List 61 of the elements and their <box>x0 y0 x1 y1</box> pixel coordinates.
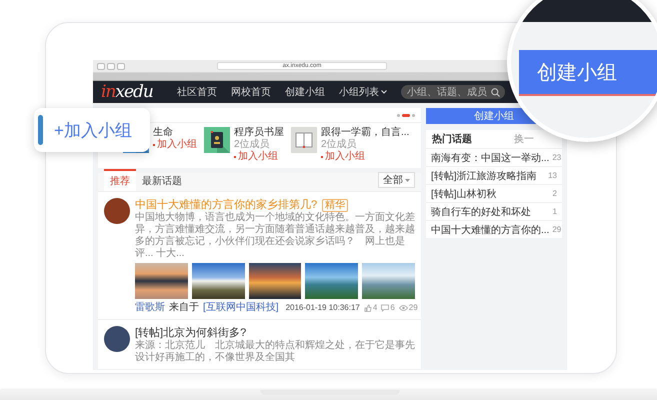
count: 29 <box>408 302 418 314</box>
search-field[interactable]: 小组、话题、成员 <box>400 85 505 99</box>
topic-count: 29 <box>551 225 562 234</box>
sidebar-button[interactable] <box>117 62 125 70</box>
count: 6 <box>390 302 395 314</box>
group-name[interactable]: 跟得一学霸，自言... <box>321 127 410 139</box>
topic-count: 1 <box>552 207 557 216</box>
filter-dropdown[interactable]: 全部 <box>378 172 415 188</box>
feed-tab[interactable]: 最新话题 <box>136 169 188 191</box>
search-icon[interactable] <box>490 88 500 96</box>
source-link[interactable]: [互联网中国科技] <box>203 302 279 314</box>
group-name[interactable]: 生命 <box>153 127 197 139</box>
pager-dot[interactable] <box>397 114 400 116</box>
author-link[interactable]: 雷歌斯 <box>135 302 165 314</box>
avatar[interactable] <box>104 326 130 352</box>
thumbs-up-icon[interactable] <box>364 304 372 312</box>
nav-link[interactable]: 创建小组 <box>284 85 325 99</box>
pager-dot[interactable] <box>412 114 415 116</box>
callout-label: +加入小组 <box>54 120 132 142</box>
join-link[interactable]: 加入小组 <box>321 151 410 163</box>
member-count: 2位成员 <box>234 139 271 150</box>
topic-link[interactable]: 骑自行车的好处和坏处 <box>431 204 531 218</box>
badge: 精华 <box>322 198 348 212</box>
post-excerpt: 中国地大物博，语言也成为一个地域的文化特色。一方面文化差异，方言难懂难交流，另一方面随着普通话越来越普及，越来越多的方言被忘记，小伙伴们现在还会说家乡话吗？ 网上也是评... 十大... <box>135 212 415 260</box>
accent-bar <box>38 115 43 145</box>
post-time: 2016-01-19 10:36:17 <box>286 302 360 314</box>
topic-count: 13 <box>547 171 557 180</box>
photo-placeholder[interactable] <box>248 263 302 299</box>
nav-link[interactable]: 社区首页 <box>176 85 217 99</box>
feed-tab[interactable]: 推荐 <box>104 169 136 191</box>
count: 4 <box>372 302 378 314</box>
back-button[interactable] <box>97 62 105 70</box>
forward-button[interactable] <box>107 62 115 70</box>
source-label: 来自于 <box>169 302 199 314</box>
group-icon[interactable] <box>291 127 317 153</box>
post-excerpt: 来源：北京范儿 北京城最大的特点和辉煌之处，在于它是事先设计好再施工的，不像世界及全国其 <box>135 340 415 364</box>
section-title: 热门话题 <box>432 132 472 146</box>
comment-icon[interactable] <box>381 304 390 312</box>
topic-link[interactable]: 南海有变：中国这一举动... <box>431 150 550 164</box>
group-icon[interactable] <box>204 127 230 153</box>
join-link[interactable]: 加入小组 <box>153 139 197 151</box>
member-count: 2位成员 <box>321 139 358 150</box>
topic-count: 23 <box>551 153 562 162</box>
caret-icon <box>405 178 410 182</box>
join-group-tooltip[interactable]: +加入小组 <box>34 108 150 152</box>
nav-link[interactable]: 网校首页 <box>230 85 271 99</box>
topic-count: 2 <box>552 189 557 198</box>
eye-icon[interactable] <box>398 304 408 312</box>
topic-link[interactable]: [转帖]浙江旅游攻略指南 <box>431 168 537 182</box>
photo-placeholder[interactable] <box>192 263 245 299</box>
topic-link[interactable]: 中国十大难懂的方言你的... <box>431 222 550 236</box>
topic-link[interactable]: [转帖]山林初秋 <box>431 186 497 200</box>
create-group-button[interactable]: 创建小组 <box>519 50 657 96</box>
nav-link[interactable]: 小组列表 <box>338 85 387 99</box>
post-title[interactable]: [转帖]北京为何斜街多? <box>135 326 246 340</box>
join-link[interactable]: 加入小组 <box>234 151 284 163</box>
photo-placeholder[interactable] <box>135 263 188 299</box>
group-name[interactable]: 程序员书屋 <box>234 127 284 139</box>
logo[interactable]: inxedu <box>101 82 153 102</box>
avatar[interactable] <box>104 198 130 224</box>
photo-placeholder[interactable] <box>362 263 415 299</box>
